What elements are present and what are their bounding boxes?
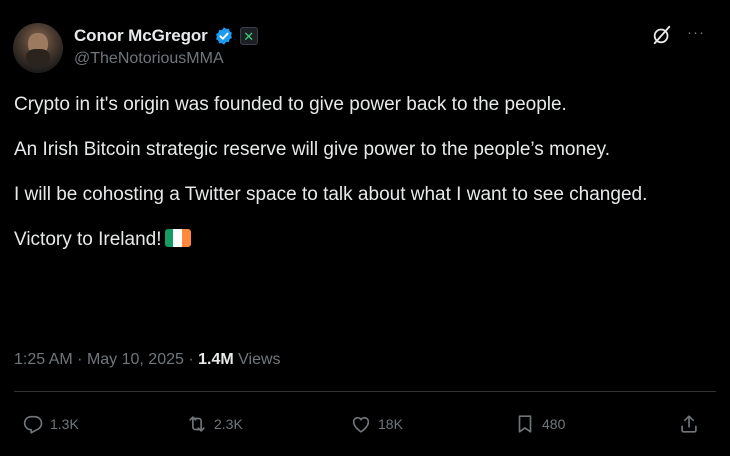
verified-badge-icon[interactable]: [214, 26, 234, 46]
reply-icon: [23, 415, 43, 434]
author-name-row: Conor McGregor ✕: [74, 25, 258, 47]
tweet-paragraph: Crypto in it's origin was founded to giv…: [14, 94, 567, 115]
bookmark-count: 480: [542, 416, 566, 432]
like-icon: [352, 416, 370, 433]
ireland-flag-icon: [164, 229, 191, 247]
views-count: 1.4M: [198, 351, 234, 368]
avatar[interactable]: [13, 23, 63, 73]
author-handle[interactable]: @TheNotoriousMMA: [74, 50, 224, 68]
tweet-paragraph: I will be cohosting a Twitter space to t…: [14, 184, 648, 205]
like-count: 18K: [378, 416, 403, 432]
repost-icon: [189, 416, 205, 432]
like-button[interactable]: 18K: [350, 412, 403, 436]
bookmark-icon: [518, 415, 532, 433]
affiliate-badge-icon[interactable]: ✕: [239, 27, 258, 45]
share-button[interactable]: [678, 412, 700, 436]
avatar-beard: [26, 49, 50, 67]
reply-button[interactable]: 1.3K: [22, 412, 79, 436]
grok-icon[interactable]: [651, 24, 673, 46]
tweet-meta: 1:25 AM · May 10, 2025 · 1.4M Views: [14, 351, 281, 369]
views-label: Views: [238, 351, 281, 368]
more-icon[interactable]: ···: [687, 24, 705, 41]
tweet-text: Crypto in it's origin was founded to giv…: [14, 92, 704, 272]
tweet-time[interactable]: 1:25 AM: [14, 351, 73, 368]
tweet-paragraph-last: Victory to Ireland!: [14, 227, 704, 252]
tweet-paragraph: Victory to Ireland!: [14, 229, 162, 250]
tweet-date[interactable]: May 10, 2025: [87, 351, 184, 368]
repost-button[interactable]: 2.3K: [186, 412, 243, 436]
reply-count: 1.3K: [50, 416, 79, 432]
bookmark-button[interactable]: 480: [514, 412, 565, 436]
author-name[interactable]: Conor McGregor: [74, 26, 208, 46]
share-icon: [681, 415, 697, 433]
meta-separator: ·: [77, 351, 83, 368]
repost-count: 2.3K: [214, 416, 243, 432]
tweet-paragraph: An Irish Bitcoin strategic reserve will …: [14, 139, 610, 160]
meta-separator: ·: [188, 351, 194, 368]
divider: [14, 391, 716, 392]
